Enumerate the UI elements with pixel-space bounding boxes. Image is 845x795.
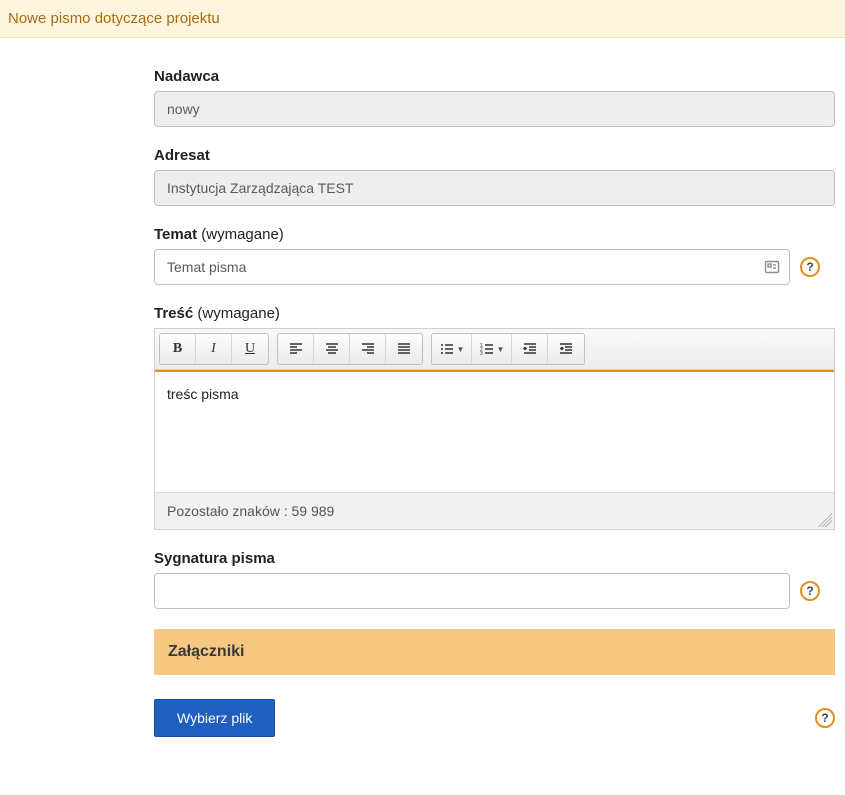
field-adresat: Adresat Instytucja Zarządzająca TEST (154, 147, 837, 206)
align-center-button[interactable] (314, 334, 350, 364)
outdent-button[interactable] (512, 334, 548, 364)
field-nadawca: Nadawca nowy (154, 68, 837, 127)
sygnatura-input[interactable] (154, 573, 790, 609)
help-icon[interactable]: ? (815, 708, 835, 728)
tresc-label: Treść (wymagane) (154, 305, 837, 322)
field-temat: Temat (wymagane) ? (154, 226, 837, 285)
italic-button[interactable]: I (196, 334, 232, 364)
align-right-button[interactable] (350, 334, 386, 364)
editor-toolbar: B I U (155, 329, 834, 370)
attachments-heading-text: Załączniki (168, 643, 244, 660)
tresc-textarea[interactable]: treśc pisma (155, 372, 834, 492)
field-tresc: Treść (wymagane) B I U (154, 305, 837, 530)
page-title: Nowe pismo dotyczące projektu (8, 10, 220, 27)
help-icon[interactable]: ? (800, 581, 820, 601)
toolbar-group-textstyle: B I U (159, 333, 269, 365)
indent-button[interactable] (548, 334, 584, 364)
numbered-list-button[interactable]: 123▼ (472, 334, 512, 364)
tresc-required-hint: (wymagane) (193, 305, 280, 322)
temat-required-hint: (wymagane) (197, 226, 284, 243)
temat-input[interactable] (154, 249, 790, 285)
align-left-button[interactable] (278, 334, 314, 364)
attachments-footer: Wybierz plik ? (154, 699, 835, 737)
contact-card-icon[interactable] (764, 259, 780, 275)
bullet-list-button[interactable]: ▼ (432, 334, 472, 364)
sygnatura-label: Sygnatura pisma (154, 550, 837, 567)
chevron-down-icon: ▼ (497, 345, 505, 354)
resize-handle-icon[interactable] (818, 513, 832, 527)
toolbar-group-lists: ▼ 123▼ (431, 333, 585, 365)
chevron-down-icon: ▼ (457, 345, 465, 354)
align-justify-button[interactable] (386, 334, 422, 364)
char-counter: Pozostało znaków : 59 989 (167, 503, 334, 519)
attachments-heading: Załączniki (154, 629, 835, 675)
underline-button[interactable]: U (232, 334, 268, 364)
form-container: Nadawca nowy Adresat Instytucja Zarządza… (0, 38, 845, 757)
adresat-value: Instytucja Zarządzająca TEST (167, 180, 353, 196)
adresat-input: Instytucja Zarządzająca TEST (154, 170, 835, 206)
help-icon[interactable]: ? (800, 257, 820, 277)
editor-footer: Pozostało znaków : 59 989 (155, 492, 834, 529)
choose-file-button[interactable]: Wybierz plik (154, 699, 275, 737)
richtext-editor: B I U (154, 328, 835, 530)
toolbar-group-align (277, 333, 423, 365)
field-sygnatura: Sygnatura pisma ? (154, 550, 837, 609)
temat-label: Temat (wymagane) (154, 226, 837, 243)
nadawca-value: nowy (167, 101, 200, 117)
adresat-label: Adresat (154, 147, 837, 164)
nadawca-input: nowy (154, 91, 835, 127)
bold-button[interactable]: B (160, 334, 196, 364)
page-header: Nowe pismo dotyczące projektu (0, 0, 845, 38)
svg-text:3: 3 (480, 351, 483, 357)
nadawca-label: Nadawca (154, 68, 837, 85)
